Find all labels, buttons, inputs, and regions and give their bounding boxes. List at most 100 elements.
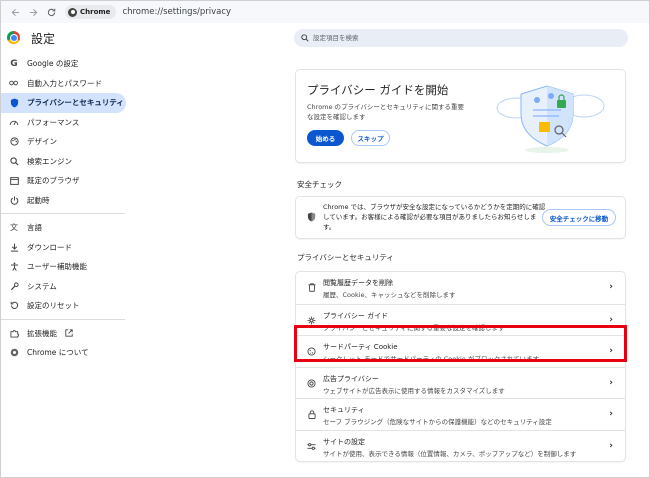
key-icon xyxy=(9,78,19,88)
sidebar-item-label: 自動入力とパスワード xyxy=(27,78,102,88)
sidebar-item-extensions[interactable]: 拡張機能 xyxy=(1,324,126,344)
sidebar-item-label: Google の設定 xyxy=(27,59,79,69)
row-security[interactable]: セキュリティ セーフ ブラウジング（危険なサイトからの保護機能）などのセキュリテ… xyxy=(296,398,625,430)
sidebar-item-label: パフォーマンス xyxy=(27,117,80,127)
safety-check-card: Chrome では、ブラウザが安全な設定になっているかどうかを定期的に確認してい… xyxy=(296,197,625,238)
search-input[interactable] xyxy=(313,34,613,42)
row-description: セーフ ブラウジング（危険なサイトからの保護機能）などのセキュリティ設定 xyxy=(323,418,552,426)
site-chip[interactable]: Chrome xyxy=(65,5,117,19)
sidebar-item-about[interactable]: Chrome について xyxy=(1,343,126,363)
chevron-right-icon: › xyxy=(609,409,613,419)
sidebar-item-autofill[interactable]: 自動入力とパスワード xyxy=(1,74,126,94)
translate-icon: 文 xyxy=(10,223,18,233)
row-title: サイトの設定 xyxy=(323,437,365,446)
chevron-right-icon: › xyxy=(609,314,613,325)
google-g-icon: G xyxy=(10,58,18,69)
forward-button[interactable] xyxy=(25,4,41,20)
sidebar-item-on-startup[interactable]: 起動時 xyxy=(1,191,126,211)
browser-window-icon xyxy=(9,176,19,186)
trash-icon xyxy=(307,283,316,292)
arrow-left-icon xyxy=(11,8,19,16)
browser-toolbar: Chrome chrome://settings/privacy xyxy=(1,1,649,23)
sidebar-item-downloads[interactable]: ダウンロード xyxy=(1,238,126,258)
chevron-right-icon: › xyxy=(609,440,613,451)
reload-icon xyxy=(47,8,55,16)
safety-check-heading: 安全チェック xyxy=(297,180,342,189)
sidebar-item-label: 既定のブラウザ xyxy=(27,176,80,186)
sidebar-item-reset[interactable]: 設定のリセット xyxy=(1,296,126,316)
privacy-guide-card: プライバシー ガイドを開始 Chrome のプライバシーとセキュリティに関する重… xyxy=(296,70,625,162)
reload-button[interactable] xyxy=(43,4,59,20)
privacy-shield-illustration-icon xyxy=(496,85,605,153)
row-description: サイトが使用、表示できる情報（位置情報、カメラ、ポップアップなど）を制御します xyxy=(323,449,577,458)
highlight-box xyxy=(294,325,627,362)
sidebar-divider xyxy=(1,318,125,320)
skip-button[interactable]: スキップ xyxy=(351,130,390,146)
power-icon xyxy=(9,195,19,205)
sidebar-item-label: Chrome について xyxy=(27,348,89,358)
sidebar-item-performance[interactable]: パフォーマンス xyxy=(1,113,126,133)
reset-icon xyxy=(9,301,19,311)
shield-check-icon xyxy=(307,212,316,222)
sidebar-item-label: 検索エンジン xyxy=(27,156,72,166)
back-button[interactable] xyxy=(7,4,23,20)
wrench-icon xyxy=(9,281,19,291)
sidebar-item-privacy[interactable]: プライバシーとセキュリティ xyxy=(1,93,126,113)
open-in-new-icon xyxy=(65,329,73,337)
ad-privacy-icon xyxy=(307,378,316,388)
sidebar-item-label: 起動時 xyxy=(27,195,50,205)
omnibox[interactable]: Chrome chrome://settings/privacy xyxy=(65,4,231,20)
sidebar-item-languages[interactable]: 文 言語 xyxy=(1,218,126,238)
sidebar: G Google の設定 自動入力とパスワード プライバシーとセキュリティ パフ… xyxy=(1,54,126,363)
row-clear-browsing-data[interactable]: 閲覧履歴データを削除 履歴、Cookie、キャッシュなどを削除します › xyxy=(296,272,625,304)
start-button[interactable]: 始める xyxy=(307,130,344,146)
row-site-settings[interactable]: サイトの設定 サイトが使用、表示できる情報（位置情報、カメラ、ポップアップなど）… xyxy=(296,429,625,462)
settings-search[interactable] xyxy=(294,29,628,47)
search-icon xyxy=(9,156,19,166)
row-ad-privacy[interactable]: 広告プライバシー ウェブサイトが広告表示に使用する情報をカスタマイズします › xyxy=(296,366,625,399)
settings-header: 設定 xyxy=(1,24,649,52)
sidebar-item-label: デザイン xyxy=(27,137,57,147)
row-title: プライバシー ガイド xyxy=(323,311,389,320)
row-title: 閲覧履歴データを削除 xyxy=(323,279,393,287)
sidebar-item-label: 拡張機能 xyxy=(27,328,57,338)
privacy-security-heading: プライバシーとセキュリティ xyxy=(297,253,394,262)
chrome-logo-icon xyxy=(7,31,20,44)
search-icon xyxy=(301,34,309,42)
main-content: プライバシー ガイドを開始 Chrome のプライバシーとセキュリティに関する重… xyxy=(296,70,625,461)
safety-check-text: Chrome では、ブラウザが安全な設定になっているかどうかを定期的に確認してい… xyxy=(323,203,546,231)
row-title: セキュリティ xyxy=(323,406,365,414)
row-description: ウェブサイトが広告表示に使用する情報をカスタマイズします xyxy=(323,386,505,395)
lock-icon xyxy=(307,410,316,419)
url-text[interactable]: chrome://settings/privacy xyxy=(122,7,231,17)
sidebar-item-default-browser[interactable]: 既定のブラウザ xyxy=(1,171,126,191)
download-icon xyxy=(9,242,19,252)
accessibility-icon xyxy=(9,262,19,272)
speedometer-icon xyxy=(9,117,19,127)
sidebar-item-google[interactable]: G Google の設定 xyxy=(1,54,126,74)
sidebar-item-label: プライバシーとセキュリティ xyxy=(27,98,124,108)
row-description: 履歴、Cookie、キャッシュなどを削除します xyxy=(323,291,456,299)
puzzle-icon xyxy=(9,328,19,338)
sidebar-item-system[interactable]: システム xyxy=(1,277,126,297)
privacy-settings-list: 閲覧履歴データを削除 履歴、Cookie、キャッシュなどを削除します › プライ… xyxy=(296,272,625,461)
sidebar-item-search-engine[interactable]: 検索エンジン xyxy=(1,152,126,172)
privacy-guide-icon xyxy=(307,315,316,325)
page-title: 設定 xyxy=(31,32,56,46)
palette-icon xyxy=(9,137,19,147)
shield-icon xyxy=(9,98,19,108)
sliders-icon xyxy=(307,442,316,451)
sidebar-item-label: 設定のリセット xyxy=(27,301,80,311)
chevron-right-icon: › xyxy=(609,377,613,388)
site-chip-label: Chrome xyxy=(80,8,111,16)
chevron-right-icon: › xyxy=(609,282,613,292)
sidebar-item-label: ダウンロード xyxy=(27,242,72,252)
chrome-logo-icon xyxy=(9,348,19,358)
sidebar-item-accessibility[interactable]: ユーザー補助機能 xyxy=(1,257,126,277)
safety-check-button[interactable]: 安全チェックに移動 xyxy=(542,209,616,226)
privacy-guide-title: プライバシー ガイドを開始 xyxy=(307,83,449,97)
privacy-guide-description: Chrome のプライバシーとセキュリティに関する重要な設定を確認します xyxy=(307,103,465,121)
row-title: 広告プライバシー xyxy=(323,374,379,383)
sidebar-item-label: 言語 xyxy=(27,223,42,233)
sidebar-item-appearance[interactable]: デザイン xyxy=(1,132,126,152)
